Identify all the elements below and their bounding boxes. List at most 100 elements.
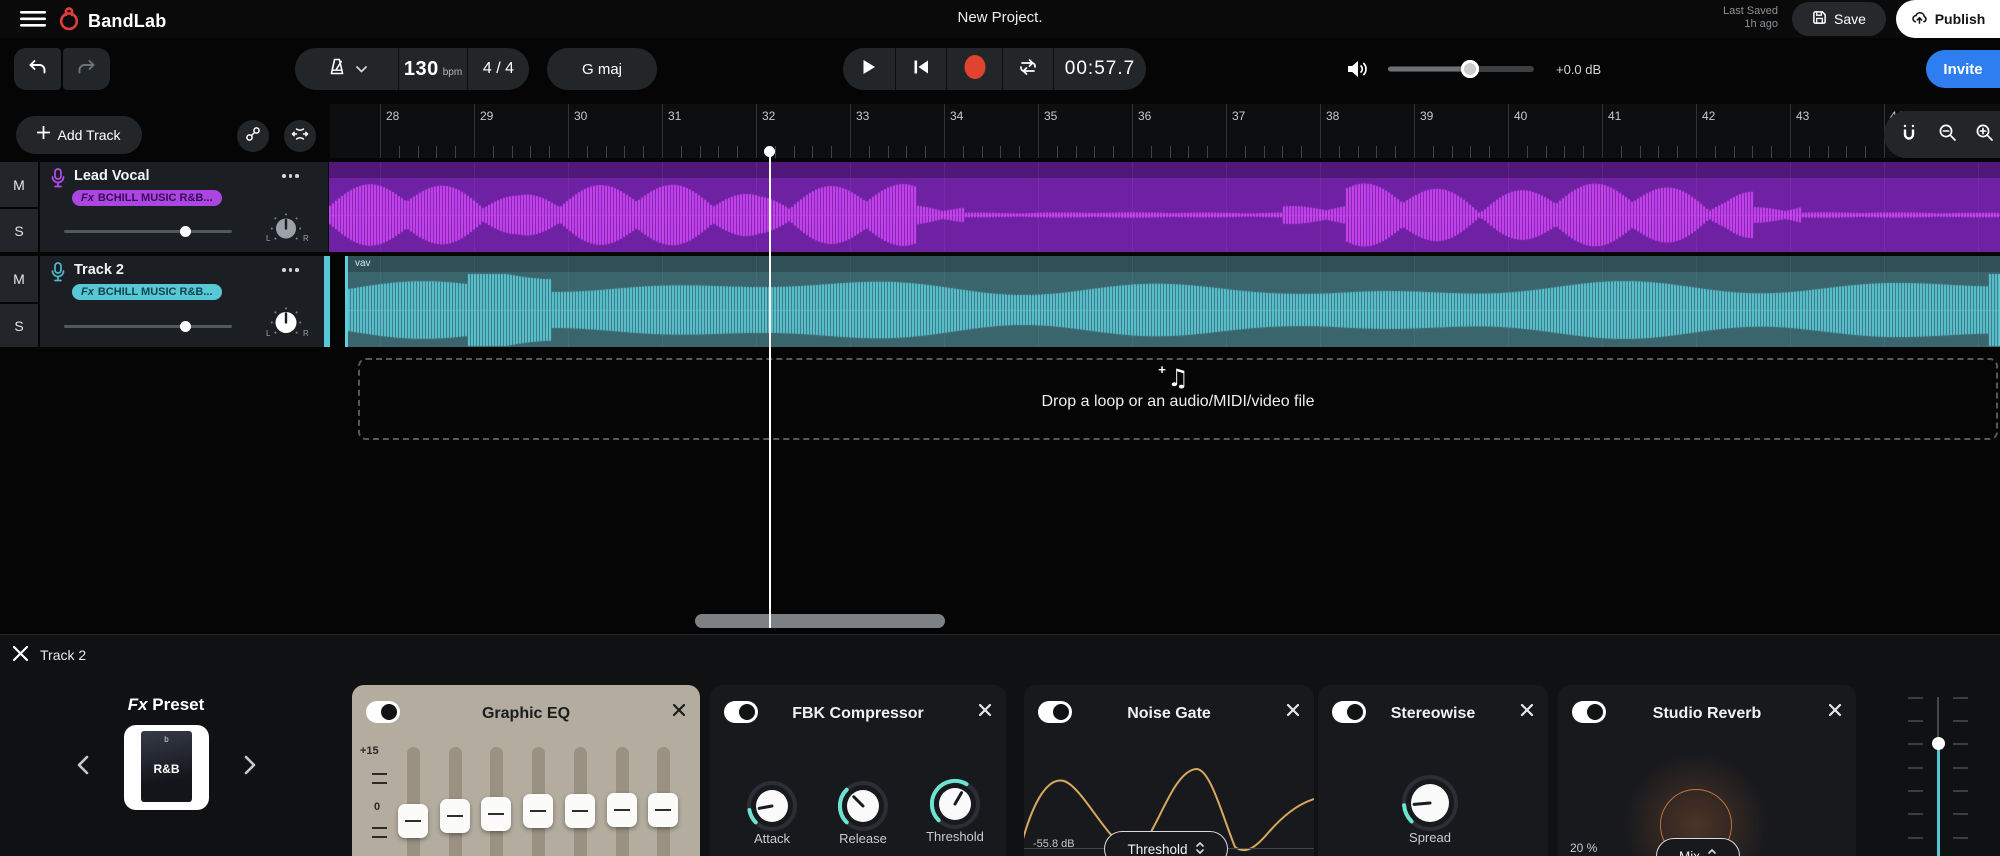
redo-icon [77,59,96,80]
release-knob[interactable]: Release [823,778,903,846]
fader-tick [1953,720,1968,722]
snap-magnet-icon[interactable] [1900,124,1918,146]
zoom-out-icon[interactable] [1938,123,1957,147]
master-volume-icon [1346,58,1370,85]
zoom-in-icon[interactable] [1975,123,1994,147]
hamburger-menu-button[interactable] [20,11,48,27]
last-saved-time: 1h ago [1723,18,1778,31]
reverb-mix-selector[interactable]: Mix [1656,838,1740,856]
gate-threshold-selector[interactable]: Threshold [1104,831,1228,856]
fader-tick [1908,790,1923,792]
undo-icon [28,59,47,80]
close-panel-button[interactable] [12,645,29,667]
eq-band-fader[interactable] [398,804,428,838]
ruler-tick [1057,146,1058,158]
track1-volume-handle[interactable] [180,226,191,237]
attack-knob[interactable]: Attack [732,778,812,846]
track2-volume-handle[interactable] [180,321,191,332]
time-stretch-button[interactable] [284,120,316,152]
studio-reverb-close-icon[interactable] [1828,703,1842,722]
ruler-tick [1151,146,1152,158]
redo-button[interactable] [63,48,110,90]
sounds-button[interactable] [237,120,269,152]
ruler-tick [1376,146,1377,158]
horizontal-scrollbar[interactable] [695,614,945,628]
threshold-knob[interactable]: Threshold [915,776,995,844]
eq-band-fader[interactable] [440,799,470,833]
playhead-handle[interactable] [764,146,775,157]
ruler-tick [1546,146,1547,158]
preset-next-button[interactable] [244,755,257,780]
solo-label: S [14,318,23,334]
add-music-icon: ♫ + [1167,366,1189,391]
key-value: G maj [582,61,622,78]
ruler-tick [530,146,531,158]
ruler-tick [718,146,719,158]
invite-button[interactable]: Invite [1926,50,2000,88]
track2-audio-clip[interactable]: vav [345,256,2000,347]
add-track-button[interactable]: Add Track [16,116,142,154]
fbk-compressor-title: FBK Compressor [710,705,1006,723]
track1-header[interactable]: Lead Vocal Fx BCHILL MUSIC R&B... L R [40,162,328,252]
record-button[interactable] [947,48,1002,90]
track2-pan-knob[interactable] [268,306,304,343]
preset-artwork[interactable]: b R&B [124,725,209,810]
preset-prev-button[interactable] [76,755,89,780]
track2-menu-button[interactable] [282,268,299,272]
threshold-label: Threshold [926,829,984,844]
fader-handle[interactable] [1932,737,1945,750]
eq-band-fader[interactable] [481,797,511,831]
track2-name[interactable]: Track 2 [74,262,124,278]
spread-knob[interactable]: Spread [1390,773,1470,845]
track1-solo-button[interactable]: S [0,209,38,252]
master-volume-handle[interactable] [1461,60,1479,78]
track1-audio-clip[interactable] [329,162,2000,252]
bandlab-logo[interactable]: BandLab [56,5,166,37]
rewind-to-start-button[interactable] [896,48,946,90]
time-display: 00:57.7 [1054,48,1146,90]
track1-volume-slider[interactable] [64,230,232,233]
publish-label: Publish [1935,11,1986,27]
ruler-bar-number: 40 [1514,109,1527,123]
metronome-button[interactable] [295,48,398,90]
dropzone[interactable]: ♫ + Drop a loop or an audio/MIDI/video f… [358,358,1998,440]
ruler-tick [399,146,400,158]
track1-pan-knob[interactable] [268,212,304,249]
ruler-tick [549,146,550,158]
hamburger-icon [20,14,48,31]
save-button[interactable]: Save [1792,2,1886,36]
track1-fx-badge[interactable]: Fx BCHILL MUSIC R&B... [72,190,222,206]
bpm-button[interactable]: 130 bpm [399,48,467,90]
track1-mute-button[interactable]: M [0,162,38,207]
track2-mute-button[interactable]: M [0,256,38,302]
track2-header[interactable]: Track 2 Fx BCHILL MUSIC R&B... L R [40,256,328,347]
loop-button[interactable] [1003,48,1053,90]
track1-name[interactable]: Lead Vocal [74,168,149,184]
publish-button[interactable]: Publish [1896,0,2000,38]
eq-band-track[interactable] [407,747,420,856]
stereowise-close-icon[interactable] [1520,703,1534,722]
eq-band-fader[interactable] [565,794,595,828]
play-button[interactable] [843,48,895,90]
eq-band-fader[interactable] [648,793,678,827]
effect-card-studio-reverb: Studio Reverb 20 % Mix [1558,685,1856,856]
playhead[interactable] [769,150,771,628]
master-volume-slider[interactable] [1388,66,1534,72]
undo-button[interactable] [14,48,61,90]
eq-band-fader[interactable] [523,794,553,828]
effect-card-fbk-compressor: FBK Compressor Attack Release Threshold [710,685,1006,856]
eq-band-fader[interactable] [607,793,637,827]
bandlab-logo-text: BandLab [88,11,166,32]
track2-selected-indicator [324,256,330,347]
track2-fx-badge[interactable]: Fx BCHILL MUSIC R&B... [72,284,222,300]
graphic-eq-close-icon[interactable] [672,703,686,722]
track2-volume-slider[interactable] [64,325,232,328]
ruler-bar-line [1132,104,1133,158]
track1-menu-button[interactable] [282,174,299,178]
fbk-compressor-close-icon[interactable] [978,703,992,722]
timeline-ruler[interactable]: 2829303132333435363738394041424344 [330,104,2000,158]
key-button[interactable]: G maj [547,48,657,90]
track2-solo-button[interactable]: S [0,304,38,347]
time-signature-button[interactable]: 4 / 4 [468,48,529,90]
noise-gate-close-icon[interactable] [1286,703,1300,722]
